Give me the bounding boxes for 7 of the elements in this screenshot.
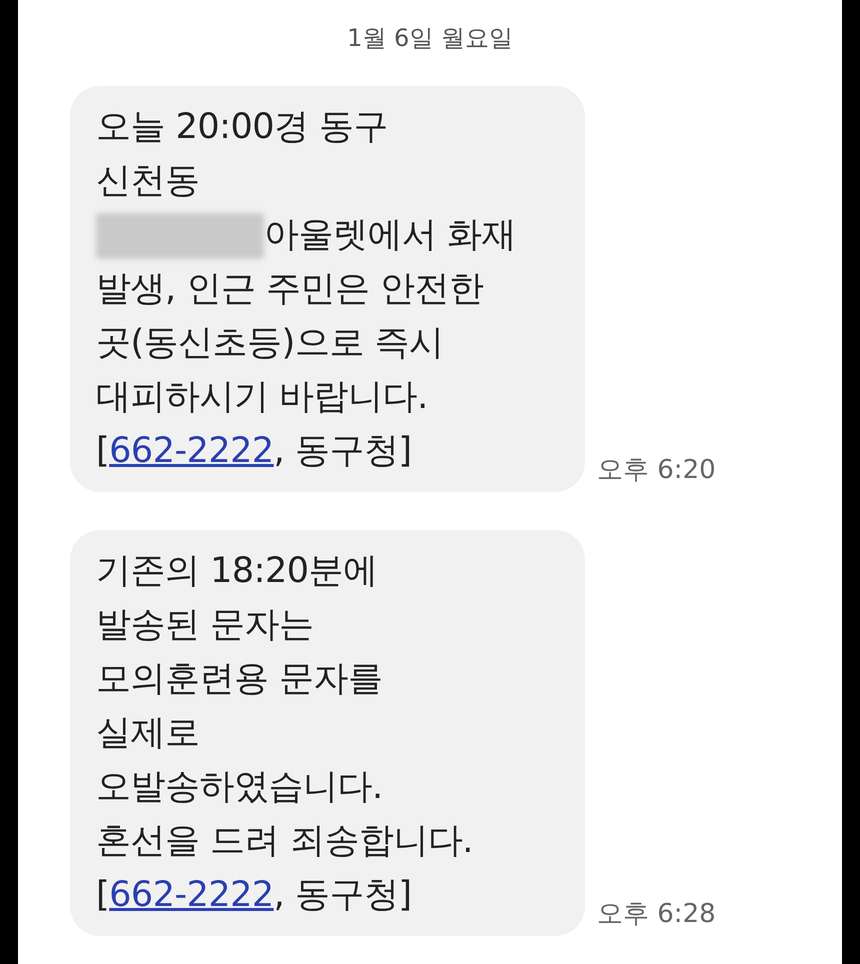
message-time: 오후 6:20 <box>597 454 716 487</box>
message-time: 오후 6:28 <box>597 898 716 931</box>
date-header: 1월 6일 월요일 <box>347 23 513 54</box>
message-bubble: 오늘 20:00경 동구 신천동 아울렛에서 화재 발생, 인근 주민은 안전한 곳(동신초등)으로 즉시 대피하시기 바랍니다. [662-2222, 동구청] <box>70 86 585 492</box>
message-bubble: 기존의 18:20분에 발송된 문자는 모의훈련용 문자를 실제로 오발송하였습니다. 혼선을 드려 죄송합니다. [662-2222, 동구청] <box>70 530 585 936</box>
phone-link[interactable]: 662-2222 <box>109 875 274 915</box>
phone-link[interactable]: 662-2222 <box>109 431 274 471</box>
